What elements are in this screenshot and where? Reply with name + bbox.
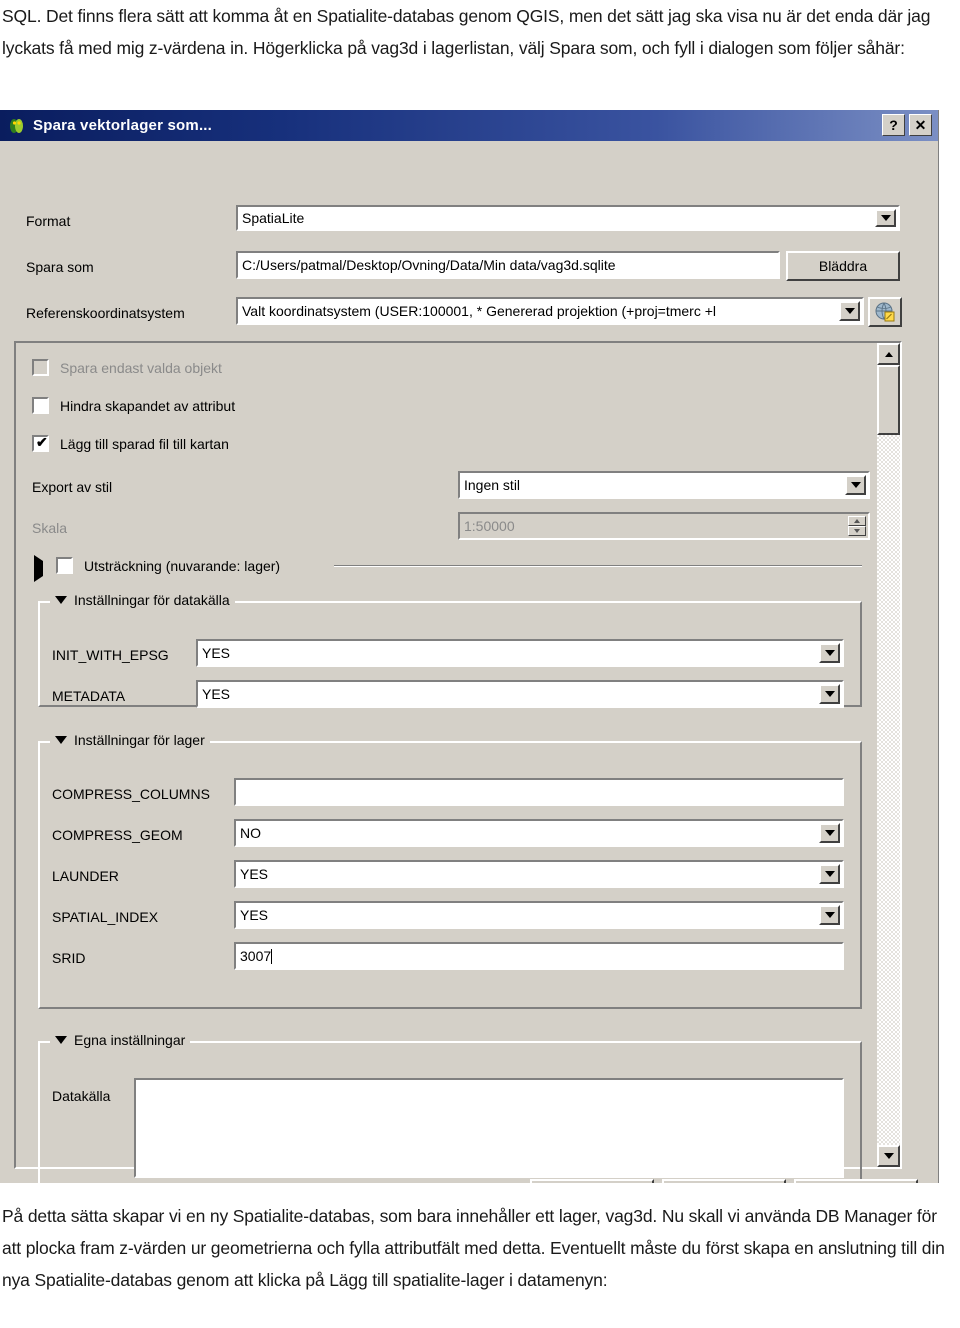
- dialog-titlebar: Spara vektorlager som... ? ✕: [0, 110, 938, 141]
- init-with-epsg-label: INIT_WITH_EPSG: [52, 647, 169, 663]
- compress-columns-input[interactable]: [234, 778, 844, 806]
- chevron-down-icon[interactable]: [819, 684, 840, 704]
- chevron-down-icon: [55, 736, 67, 744]
- crs-label: Referenskoordinatsystem: [26, 305, 185, 321]
- spatial-index-value: YES: [240, 907, 269, 923]
- scroll-down-button[interactable]: [877, 1145, 900, 1167]
- scroll-up-button[interactable]: [877, 343, 900, 365]
- qgis-logo-icon: [8, 117, 26, 135]
- layer-settings-title-label: Inställningar för lager: [74, 732, 205, 748]
- close-icon[interactable]: ✕: [909, 114, 932, 136]
- crs-combo[interactable]: Valt koordinatsystem (USER:100001, * Gen…: [236, 297, 864, 325]
- custom-settings-title-label: Egna inställningar: [74, 1032, 186, 1048]
- chevron-down-icon[interactable]: [819, 643, 840, 663]
- save-vector-layer-dialog: Spara vektorlager som... ? ✕ Format Spat…: [0, 110, 939, 1183]
- ok-button[interactable]: OK: [530, 1179, 654, 1183]
- scrollbar-thumb[interactable]: [877, 365, 900, 435]
- init-with-epsg-combo[interactable]: YES: [196, 639, 844, 667]
- checkbox-add-saved-file-to-map[interactable]: ✔: [32, 435, 49, 452]
- datasource-settings-title-label: Inställningar för datakälla: [74, 592, 230, 608]
- save-as-input[interactable]: C:/Users/patmal/Desktop/Ovning/Data/Min …: [236, 251, 780, 279]
- crs-combo-value: Valt koordinatsystem (USER:100001, * Gen…: [242, 303, 717, 319]
- chevron-down-icon[interactable]: [845, 475, 866, 495]
- outro-paragraph: På detta sätta skapar vi en ny Spatialit…: [2, 1206, 945, 1290]
- srid-value: 3007: [240, 948, 272, 964]
- chevron-down-icon[interactable]: [875, 209, 896, 227]
- dialog-body: Format SpatiaLite Spara som C:/Users/pat…: [0, 141, 938, 1183]
- cancel-button[interactable]: Avbryt: [662, 1179, 786, 1183]
- scale-step-up[interactable]: [848, 516, 866, 526]
- chevron-down-icon: [55, 596, 67, 604]
- launder-combo[interactable]: YES: [234, 860, 844, 888]
- help-icon[interactable]: ?: [882, 114, 905, 136]
- style-export-value: Ingen stil: [464, 477, 521, 493]
- chevron-down-icon: [55, 1036, 67, 1044]
- checkbox-add-saved-file-to-map-label: Lägg till sparad fil till kartan: [60, 436, 229, 452]
- extent-expander-icon[interactable]: [34, 555, 43, 582]
- format-combo[interactable]: SpatiaLite: [236, 205, 900, 231]
- spatial-index-combo[interactable]: YES: [234, 901, 844, 929]
- options-scroll-area: Spara endast valda objekt Hindra skapand…: [14, 341, 902, 1183]
- chevron-down-icon[interactable]: [819, 905, 840, 925]
- compress-columns-label: COMPRESS_COLUMNS: [52, 786, 210, 802]
- checkbox-save-selected-only-label: Spara endast valda objekt: [60, 360, 222, 376]
- format-combo-value: SpatiaLite: [242, 210, 305, 226]
- spatial-index-label: SPATIAL_INDEX: [52, 909, 159, 925]
- checkbox-skip-attribute-creation-label: Hindra skapandet av attribut: [60, 398, 236, 414]
- help-button[interactable]: Hjälp: [794, 1179, 918, 1183]
- globe-edit-icon: [875, 302, 895, 322]
- srid-label: SRID: [52, 950, 86, 966]
- scrollbar-track[interactable]: [877, 365, 900, 1145]
- titlebar-buttons: ? ✕: [882, 114, 932, 136]
- chevron-down-icon[interactable]: [819, 823, 840, 843]
- select-crs-button[interactable]: [868, 297, 902, 327]
- checkbox-save-selected-only[interactable]: [32, 359, 49, 376]
- extent-label: Utsträckning (nuvarande: lager): [84, 558, 281, 574]
- intro-paragraph: SQL. Det finns flera sätt att komma åt e…: [2, 6, 931, 58]
- scale-label: Skala: [32, 520, 68, 536]
- text-caret: [271, 948, 273, 964]
- chevron-down-icon[interactable]: [839, 301, 860, 321]
- extent-divider: [334, 565, 862, 567]
- scale-stepper[interactable]: [848, 516, 866, 536]
- metadata-value: YES: [202, 686, 231, 702]
- browse-button[interactable]: Bläddra: [786, 251, 900, 281]
- browse-button-label: Bläddra: [818, 258, 868, 274]
- options-scrollbar[interactable]: [877, 343, 900, 1167]
- style-export-label: Export av stil: [32, 479, 113, 495]
- compress-geom-combo[interactable]: NO: [234, 819, 844, 847]
- style-export-combo[interactable]: Ingen stil: [458, 471, 870, 499]
- custom-settings-title[interactable]: Egna inställningar: [50, 1032, 191, 1048]
- dialog-title: Spara vektorlager som...: [33, 117, 213, 134]
- save-as-value: C:/Users/patmal/Desktop/Ovning/Data/Min …: [242, 257, 616, 273]
- format-label: Format: [26, 213, 71, 229]
- scale-spinbox[interactable]: 1:50000: [458, 512, 870, 540]
- datasource-textarea[interactable]: [134, 1078, 844, 1178]
- launder-label: LAUNDER: [52, 868, 119, 884]
- compress-geom-value: NO: [240, 825, 261, 841]
- srid-input[interactable]: 3007: [234, 942, 844, 970]
- checkbox-skip-attribute-creation[interactable]: [32, 397, 49, 414]
- launder-value: YES: [240, 866, 269, 882]
- chevron-down-icon[interactable]: [819, 864, 840, 884]
- checkbox-extent[interactable]: [56, 557, 73, 574]
- metadata-label: METADATA: [52, 688, 126, 704]
- check-icon: ✔: [36, 434, 48, 450]
- compress-geom-label: COMPRESS_GEOM: [52, 827, 183, 843]
- datasource-settings-title[interactable]: Inställningar för datakälla: [50, 592, 235, 608]
- layer-settings-title[interactable]: Inställningar för lager: [50, 732, 210, 748]
- save-as-label: Spara som: [26, 259, 94, 275]
- scale-value: 1:50000: [464, 518, 515, 534]
- datasource-label: Datakälla: [52, 1088, 111, 1104]
- scale-step-down[interactable]: [848, 526, 866, 536]
- init-with-epsg-value: YES: [202, 645, 231, 661]
- metadata-combo[interactable]: YES: [196, 680, 844, 708]
